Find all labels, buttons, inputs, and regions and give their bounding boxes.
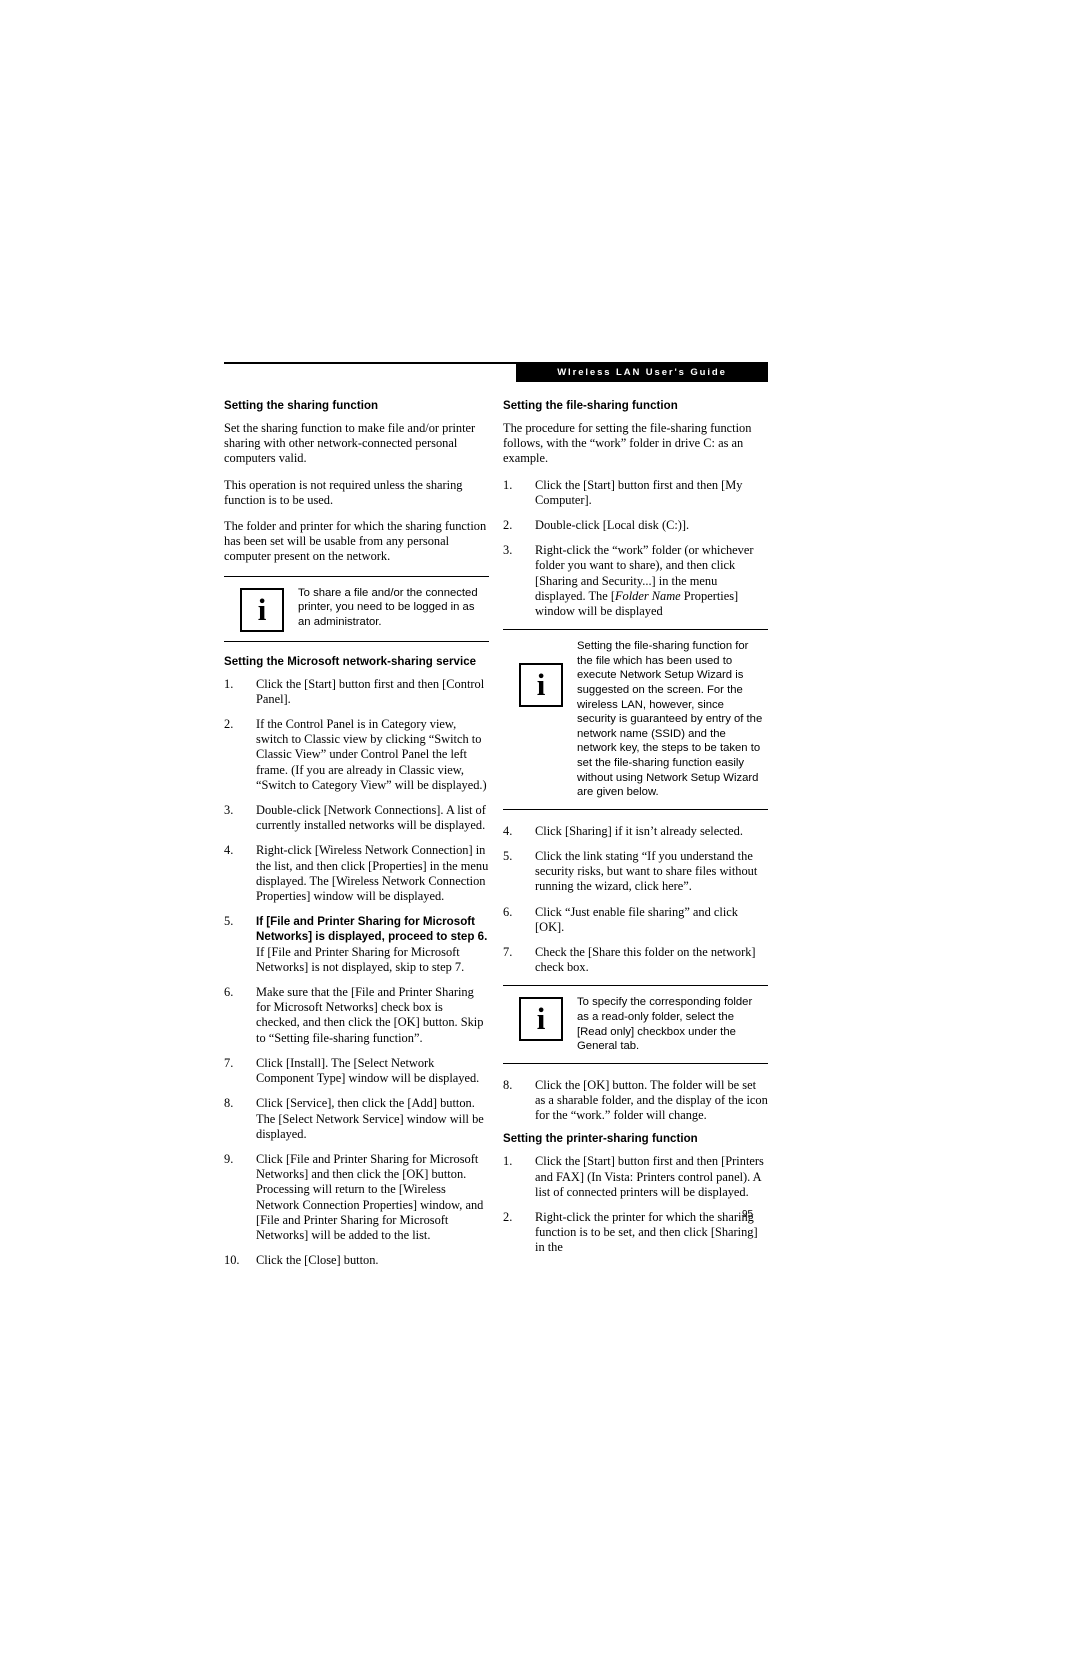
step-number: 3. bbox=[503, 543, 513, 558]
steps-file-sharing-part1: 1. Click the [Start] button first and th… bbox=[503, 478, 768, 620]
list-item: 2. If the Control Panel is in Category v… bbox=[224, 717, 489, 793]
note-box-administrator: To share a file and/or the connected pri… bbox=[224, 575, 489, 642]
paragraph-file-sharing-intro: The procedure for setting the file-shari… bbox=[503, 421, 752, 466]
step-text: Click the [Start] button first and then … bbox=[535, 1154, 764, 1199]
step-text: If [File and Printer Sharing for Microso… bbox=[256, 944, 465, 974]
step-number: 8. bbox=[224, 1096, 234, 1111]
step-number: 1. bbox=[503, 477, 513, 492]
step-number: 10. bbox=[224, 1253, 240, 1268]
steps-file-sharing-part3: 8. Click the [OK] button. The folder wil… bbox=[503, 1078, 768, 1124]
note-text-administrator: To share a file and/or the connected pri… bbox=[298, 586, 478, 628]
steps-printer-sharing: 1. Click the [Start] button first and th… bbox=[503, 1154, 768, 1255]
list-item: 5. If [File and Printer Sharing for Micr… bbox=[224, 914, 489, 975]
running-header-bar: WIreless LAN User's Guide bbox=[516, 364, 768, 382]
step-number: 5. bbox=[224, 914, 234, 929]
list-item: 10. Click the [Close] button. bbox=[224, 1253, 489, 1268]
list-item: 3. Double-click [Network Connections]. A… bbox=[224, 803, 489, 833]
step-text: Click [Sharing] if it isn’t already sele… bbox=[535, 823, 743, 838]
paragraph-sharing-intro-3: The folder and printer for which the sha… bbox=[224, 519, 487, 564]
list-item: 7. Check the [Share this folder on the n… bbox=[503, 945, 768, 975]
step-number: 1. bbox=[503, 1154, 513, 1169]
paragraph-sharing-intro-2: This operation is not required unless th… bbox=[224, 477, 463, 507]
list-item: 8. Click the [OK] button. The folder wil… bbox=[503, 1078, 768, 1124]
step-number: 6. bbox=[224, 985, 234, 1000]
step-text-bold: If [File and Printer Sharing for Microso… bbox=[256, 915, 488, 944]
step-number: 5. bbox=[503, 848, 513, 863]
list-item: 1. Click the [Start] button first and th… bbox=[503, 478, 768, 508]
step-text: Check the [Share this folder on the netw… bbox=[535, 944, 756, 975]
running-title: WIreless LAN User's Guide bbox=[557, 367, 727, 378]
information-icon bbox=[240, 587, 284, 632]
step-number: 9. bbox=[224, 1151, 234, 1166]
list-item: 2. Right-click the printer for which the… bbox=[503, 1210, 768, 1256]
paragraph-sharing-intro-1: Set the sharing function to make file an… bbox=[224, 421, 476, 466]
step-number: 2. bbox=[503, 1209, 513, 1224]
step-number: 7. bbox=[503, 944, 513, 959]
list-item: 7. Click [Install]. The [Select Network … bbox=[224, 1056, 489, 1086]
list-item: 8. Click [Service], then click the [Add]… bbox=[224, 1096, 489, 1142]
information-icon bbox=[519, 663, 563, 708]
step-text-italic: Folder Name bbox=[614, 588, 681, 603]
step-text: Right-click [Wireless Network Connection… bbox=[256, 843, 489, 904]
heading-microsoft-network-sharing-service: Setting the Microsoft network-sharing se… bbox=[224, 655, 477, 668]
step-text: Click [Install]. The [Select Network Com… bbox=[256, 1055, 480, 1086]
list-item: 3. Right-click the “work” folder (or whi… bbox=[503, 543, 768, 619]
document-page: WIreless LAN User's Guide Setting the sh… bbox=[0, 0, 1080, 1669]
steps-microsoft-network-sharing: 1. Click the [Start] button first and th… bbox=[224, 677, 489, 1269]
page-number: 95 bbox=[742, 1209, 754, 1220]
note-text-network-setup-wizard: Setting the file-sharing function for th… bbox=[577, 640, 763, 799]
step-text: Click [Service], then click the [Add] bu… bbox=[256, 1096, 484, 1141]
step-number: 4. bbox=[224, 843, 234, 858]
step-text: Click the [Start] button first and then … bbox=[535, 477, 743, 507]
step-text: Right-click the printer for which the sh… bbox=[535, 1209, 758, 1255]
step-text: Click “Just enable file sharing” and cli… bbox=[535, 904, 738, 934]
list-item: 4. Right-click [Wireless Network Connect… bbox=[224, 843, 489, 904]
step-text: Double-click [Network Connections]. A li… bbox=[256, 803, 486, 833]
step-number: 3. bbox=[224, 803, 234, 818]
note-text-read-only: To specify the corresponding folder as a… bbox=[577, 996, 753, 1053]
list-item: 6. Click “Just enable file sharing” and … bbox=[503, 905, 768, 935]
step-number: 4. bbox=[503, 823, 513, 838]
list-item: 1. Click the [Start] button first and th… bbox=[503, 1154, 768, 1200]
steps-file-sharing-part2: 4. Click [Sharing] if it isn’t already s… bbox=[503, 824, 768, 976]
list-item: 5. Click the link stating “If you unders… bbox=[503, 849, 768, 895]
step-number: 1. bbox=[224, 676, 234, 691]
list-item: 1. Click the [Start] button first and th… bbox=[224, 677, 489, 707]
note-box-network-setup-wizard: Setting the file-sharing function for th… bbox=[503, 629, 768, 810]
step-text: If the Control Panel is in Category view… bbox=[256, 717, 487, 792]
step-text: Click the [OK] button. The folder will b… bbox=[535, 1077, 768, 1123]
list-item: 4. Click [Sharing] if it isn’t already s… bbox=[503, 824, 768, 839]
list-item: 9. Click [File and Printer Sharing for M… bbox=[224, 1152, 489, 1243]
heading-setting-printer-sharing-function: Setting the printer-sharing function bbox=[503, 1133, 698, 1146]
step-number: 2. bbox=[503, 518, 513, 533]
step-number: 8. bbox=[503, 1077, 513, 1092]
list-item: 2. Double-click [Local disk (C:)]. bbox=[503, 518, 768, 533]
heading-setting-file-sharing-function: Setting the file-sharing function bbox=[503, 400, 678, 412]
step-text: Click the link stating “If you understan… bbox=[535, 848, 758, 894]
step-text: Double-click [Local disk (C:)]. bbox=[535, 518, 690, 533]
heading-setting-sharing-function: Setting the sharing function bbox=[224, 400, 379, 412]
step-text: Make sure that the [File and Printer Sha… bbox=[256, 985, 484, 1045]
note-box-read-only: To specify the corresponding folder as a… bbox=[503, 985, 768, 1064]
information-icon bbox=[519, 997, 563, 1042]
right-column: Setting the file-sharing function The pr… bbox=[503, 400, 768, 1266]
step-number: 7. bbox=[224, 1055, 234, 1070]
step-number: 2. bbox=[224, 717, 234, 732]
list-item: 6. Make sure that the [File and Printer … bbox=[224, 985, 489, 1046]
left-column: Setting the sharing function Set the sha… bbox=[224, 400, 489, 1278]
step-text: Click the [Close] button. bbox=[256, 1253, 379, 1268]
step-text: Click [File and Printer Sharing for Micr… bbox=[256, 1151, 484, 1242]
step-number: 6. bbox=[503, 904, 513, 919]
step-text: Click the [Start] button first and then … bbox=[256, 676, 485, 706]
